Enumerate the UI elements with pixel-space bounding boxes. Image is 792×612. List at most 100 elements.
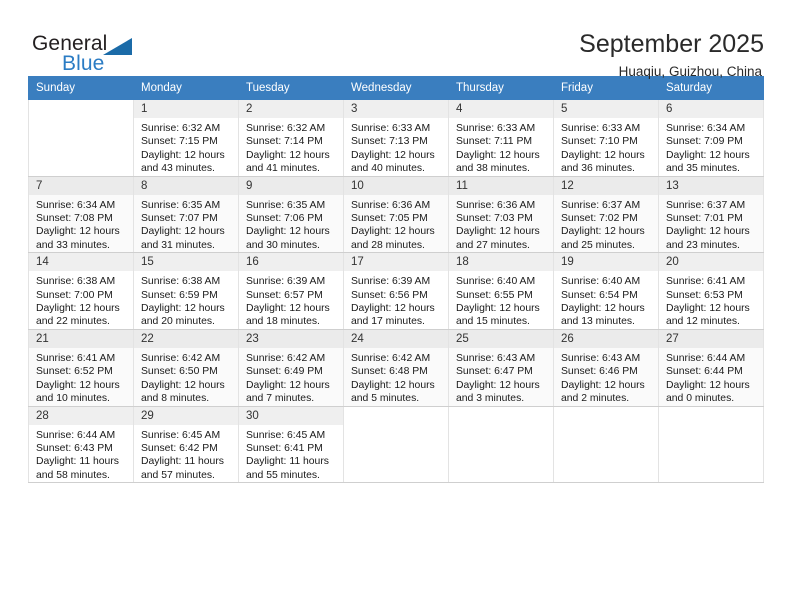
- sunrise-time: Sunrise: 6:42 AM: [351, 352, 431, 364]
- day-details: Sunrise: 6:42 AM Sunset: 6:50 PM Daylight:…: [134, 348, 238, 406]
- calendar-day-cell[interactable]: 21 Sunrise: 6:41 AM Sunset: 6:52 PM Dayligh…: [28, 329, 134, 407]
- calendar-day-cell[interactable]: 10 Sunrise: 6:36 AM Sunset: 7:05 PM Dayligh…: [343, 176, 449, 254]
- calendar-day-cell[interactable]: 4 Sunrise: 6:33 AM Sunset: 7:11 PM Daylight…: [448, 99, 554, 177]
- daylight-duration: Daylight: 12 hours and 13 minutes.: [561, 303, 645, 328]
- day-details: Sunrise: 6:42 AM Sunset: 6:48 PM Daylight:…: [344, 348, 448, 406]
- calendar-day-cell[interactable]: 19 Sunrise: 6:40 AM Sunset: 6:54 PM Dayligh…: [553, 252, 659, 330]
- sunset-time: Sunset: 7:15 PM: [141, 136, 218, 148]
- calendar-day-cell[interactable]: 15 Sunrise: 6:38 AM Sunset: 6:59 PM Dayligh…: [133, 252, 239, 330]
- daylight-duration: Daylight: 12 hours and 3 minutes.: [456, 379, 540, 405]
- calendar-day-cell[interactable]: 6 Sunrise: 6:34 AM Sunset: 7:09 PM Daylight…: [658, 99, 764, 177]
- location-subtitle: Huaqiu, Guizhou, China: [618, 64, 762, 79]
- calendar-day-cell[interactable]: 18 Sunrise: 6:40 AM Sunset: 6:55 PM Dayligh…: [448, 252, 554, 330]
- calendar-day-cell[interactable]: 27 Sunrise: 6:44 AM Sunset: 6:44 PM Dayligh…: [658, 329, 764, 407]
- day-number: 26: [554, 329, 658, 348]
- daylight-duration: Daylight: 11 hours and 58 minutes.: [36, 456, 119, 481]
- sunset-time: Sunset: 6:44 PM: [666, 366, 743, 378]
- calendar-day-cell[interactable]: 28 Sunrise: 6:44 AM Sunset: 6:43 PM Dayligh…: [28, 406, 134, 484]
- daylight-duration: Daylight: 12 hours and 22 minutes.: [36, 303, 120, 328]
- sunrise-time: Sunrise: 6:40 AM: [456, 276, 536, 288]
- calendar-day-cell[interactable]: 8 Sunrise: 6:35 AM Sunset: 7:07 PM Daylight…: [133, 176, 239, 254]
- calendar-day-cell[interactable]: 3 Sunrise: 6:33 AM Sunset: 7:13 PM Daylight…: [343, 99, 449, 177]
- calendar-day-cell[interactable]: 17 Sunrise: 6:39 AM Sunset: 6:56 PM Dayligh…: [343, 252, 449, 330]
- day-details: Sunrise: 6:32 AM Sunset: 7:15 PM Daylight:…: [134, 118, 238, 176]
- sunset-time: Sunset: 7:11 PM: [456, 136, 533, 148]
- sunrise-time: Sunrise: 6:32 AM: [141, 123, 221, 134]
- sunrise-time: Sunrise: 6:41 AM: [36, 352, 116, 364]
- sunset-time: Sunset: 6:48 PM: [351, 366, 428, 378]
- calendar-day-cell[interactable]: 26 Sunrise: 6:43 AM Sunset: 6:46 PM Dayligh…: [553, 329, 659, 407]
- sunset-time: Sunset: 7:00 PM: [36, 289, 113, 301]
- calendar-day-cell[interactable]: 14 Sunrise: 6:38 AM Sunset: 7:00 PM Dayligh…: [28, 252, 134, 330]
- calendar-day-cell[interactable]: 11 Sunrise: 6:36 AM Sunset: 7:03 PM Dayligh…: [448, 176, 554, 254]
- weekday-header-friday: Friday: [553, 76, 659, 100]
- day-details: Sunrise: 6:33 AM Sunset: 7:10 PM Daylight:…: [554, 118, 658, 176]
- day-number: 12: [554, 176, 658, 195]
- sunrise-time: Sunrise: 6:35 AM: [246, 199, 326, 211]
- day-number: 22: [134, 329, 238, 348]
- calendar-day-cell[interactable]: 2 Sunrise: 6:32 AM Sunset: 7:14 PM Daylight…: [238, 99, 344, 177]
- day-number: 17: [344, 253, 448, 272]
- sunrise-time: Sunrise: 6:38 AM: [141, 276, 221, 288]
- sunrise-time: Sunrise: 6:42 AM: [141, 352, 221, 364]
- calendar-day-cell[interactable]: 24 Sunrise: 6:42 AM Sunset: 6:48 PM Dayligh…: [343, 329, 449, 407]
- day-details: Sunrise: 6:39 AM Sunset: 6:57 PM Daylight:…: [239, 271, 343, 329]
- sunset-time: Sunset: 7:06 PM: [246, 213, 323, 225]
- sunset-time: Sunset: 7:02 PM: [561, 213, 638, 225]
- calendar-day-cell[interactable]: 1 Sunrise: 6:32 AM Sunset: 7:15 PM Daylight…: [133, 99, 239, 177]
- day-number: 25: [449, 329, 553, 348]
- day-number: 1: [134, 100, 238, 118]
- calendar-week-row: 1 Sunrise: 6:32 AM Sunset: 7:15 PM Daylight…: [28, 99, 764, 177]
- daylight-duration: Daylight: 12 hours and 7 minutes.: [246, 379, 330, 405]
- day-details: Sunrise: 6:39 AM Sunset: 6:56 PM Daylight:…: [344, 271, 448, 329]
- daylight-duration: Daylight: 11 hours and 55 minutes.: [246, 456, 329, 481]
- sunset-time: Sunset: 7:08 PM: [36, 213, 113, 225]
- daylight-duration: Daylight: 12 hours and 28 minutes.: [351, 226, 435, 251]
- day-details: Sunrise: 6:38 AM Sunset: 7:00 PM Daylight:…: [29, 271, 133, 329]
- sunrise-time: Sunrise: 6:32 AM: [246, 123, 326, 134]
- calendar-day-cell[interactable]: 20 Sunrise: 6:41 AM Sunset: 6:53 PM Dayligh…: [658, 252, 764, 330]
- sunrise-time: Sunrise: 6:39 AM: [351, 276, 431, 288]
- sunset-time: Sunset: 7:13 PM: [351, 136, 428, 148]
- day-details: Sunrise: 6:34 AM Sunset: 7:09 PM Daylight:…: [659, 118, 763, 176]
- sunrise-time: Sunrise: 6:36 AM: [456, 199, 536, 211]
- sunset-time: Sunset: 6:49 PM: [246, 366, 323, 378]
- calendar-day-cell[interactable]: 12 Sunrise: 6:37 AM Sunset: 7:02 PM Dayligh…: [553, 176, 659, 254]
- daylight-duration: Daylight: 12 hours and 17 minutes.: [351, 303, 435, 328]
- daylight-duration: Daylight: 12 hours and 36 minutes.: [561, 149, 645, 175]
- calendar-day-cell[interactable]: 30 Sunrise: 6:45 AM Sunset: 6:41 PM Dayligh…: [238, 406, 344, 484]
- calendar-day-cell[interactable]: 29 Sunrise: 6:45 AM Sunset: 6:42 PM Dayligh…: [133, 406, 239, 484]
- calendar-day-cell[interactable]: 5 Sunrise: 6:33 AM Sunset: 7:10 PM Daylight…: [553, 99, 659, 177]
- day-details: Sunrise: 6:45 AM Sunset: 6:42 PM Daylight:…: [134, 425, 238, 483]
- calendar-week-row: 7 Sunrise: 6:34 AM Sunset: 7:08 PM Daylight…: [28, 176, 764, 254]
- calendar-cell-empty: [448, 406, 554, 484]
- calendar-day-cell[interactable]: 22 Sunrise: 6:42 AM Sunset: 6:50 PM Dayligh…: [133, 329, 239, 407]
- sunrise-time: Sunrise: 6:43 AM: [561, 352, 641, 364]
- day-number: 6: [659, 100, 763, 118]
- daylight-duration: Daylight: 12 hours and 35 minutes.: [666, 149, 750, 175]
- sunset-time: Sunset: 6:42 PM: [141, 442, 218, 454]
- calendar-day-cell[interactable]: 16 Sunrise: 6:39 AM Sunset: 6:57 PM Dayligh…: [238, 252, 344, 330]
- calendar-day-cell[interactable]: 9 Sunrise: 6:35 AM Sunset: 7:06 PM Daylight…: [238, 176, 344, 254]
- day-details: Sunrise: 6:36 AM Sunset: 7:03 PM Daylight:…: [449, 195, 553, 253]
- daylight-duration: Daylight: 12 hours and 0 minutes.: [666, 379, 750, 405]
- daylight-duration: Daylight: 12 hours and 10 minutes.: [36, 379, 120, 405]
- calendar-day-cell[interactable]: 13 Sunrise: 6:37 AM Sunset: 7:01 PM Dayligh…: [658, 176, 764, 254]
- day-number: 19: [554, 253, 658, 272]
- sunset-time: Sunset: 7:03 PM: [456, 213, 533, 225]
- calendar-day-cell[interactable]: 23 Sunrise: 6:42 AM Sunset: 6:49 PM Dayligh…: [238, 329, 344, 407]
- calendar-day-cell[interactable]: 7 Sunrise: 6:34 AM Sunset: 7:08 PM Daylight…: [28, 176, 134, 254]
- day-number: 20: [659, 253, 763, 272]
- sunset-time: Sunset: 7:10 PM: [561, 136, 638, 148]
- general-blue-logo[interactable]: General Blue: [28, 28, 208, 80]
- daylight-duration: Daylight: 12 hours and 18 minutes.: [246, 303, 330, 328]
- daylight-duration: Daylight: 12 hours and 31 minutes.: [141, 226, 225, 251]
- sunset-time: Sunset: 6:53 PM: [666, 289, 743, 301]
- calendar-page: General Blue September 2025 Huaqiu, Guiz…: [0, 0, 792, 612]
- sunset-time: Sunset: 6:50 PM: [141, 366, 218, 378]
- sunrise-time: Sunrise: 6:34 AM: [36, 199, 116, 211]
- day-number: 4: [449, 100, 553, 118]
- calendar-day-cell[interactable]: 25 Sunrise: 6:43 AM Sunset: 6:47 PM Dayligh…: [448, 329, 554, 407]
- sunset-time: Sunset: 6:43 PM: [36, 442, 113, 454]
- sunset-time: Sunset: 6:56 PM: [351, 289, 428, 301]
